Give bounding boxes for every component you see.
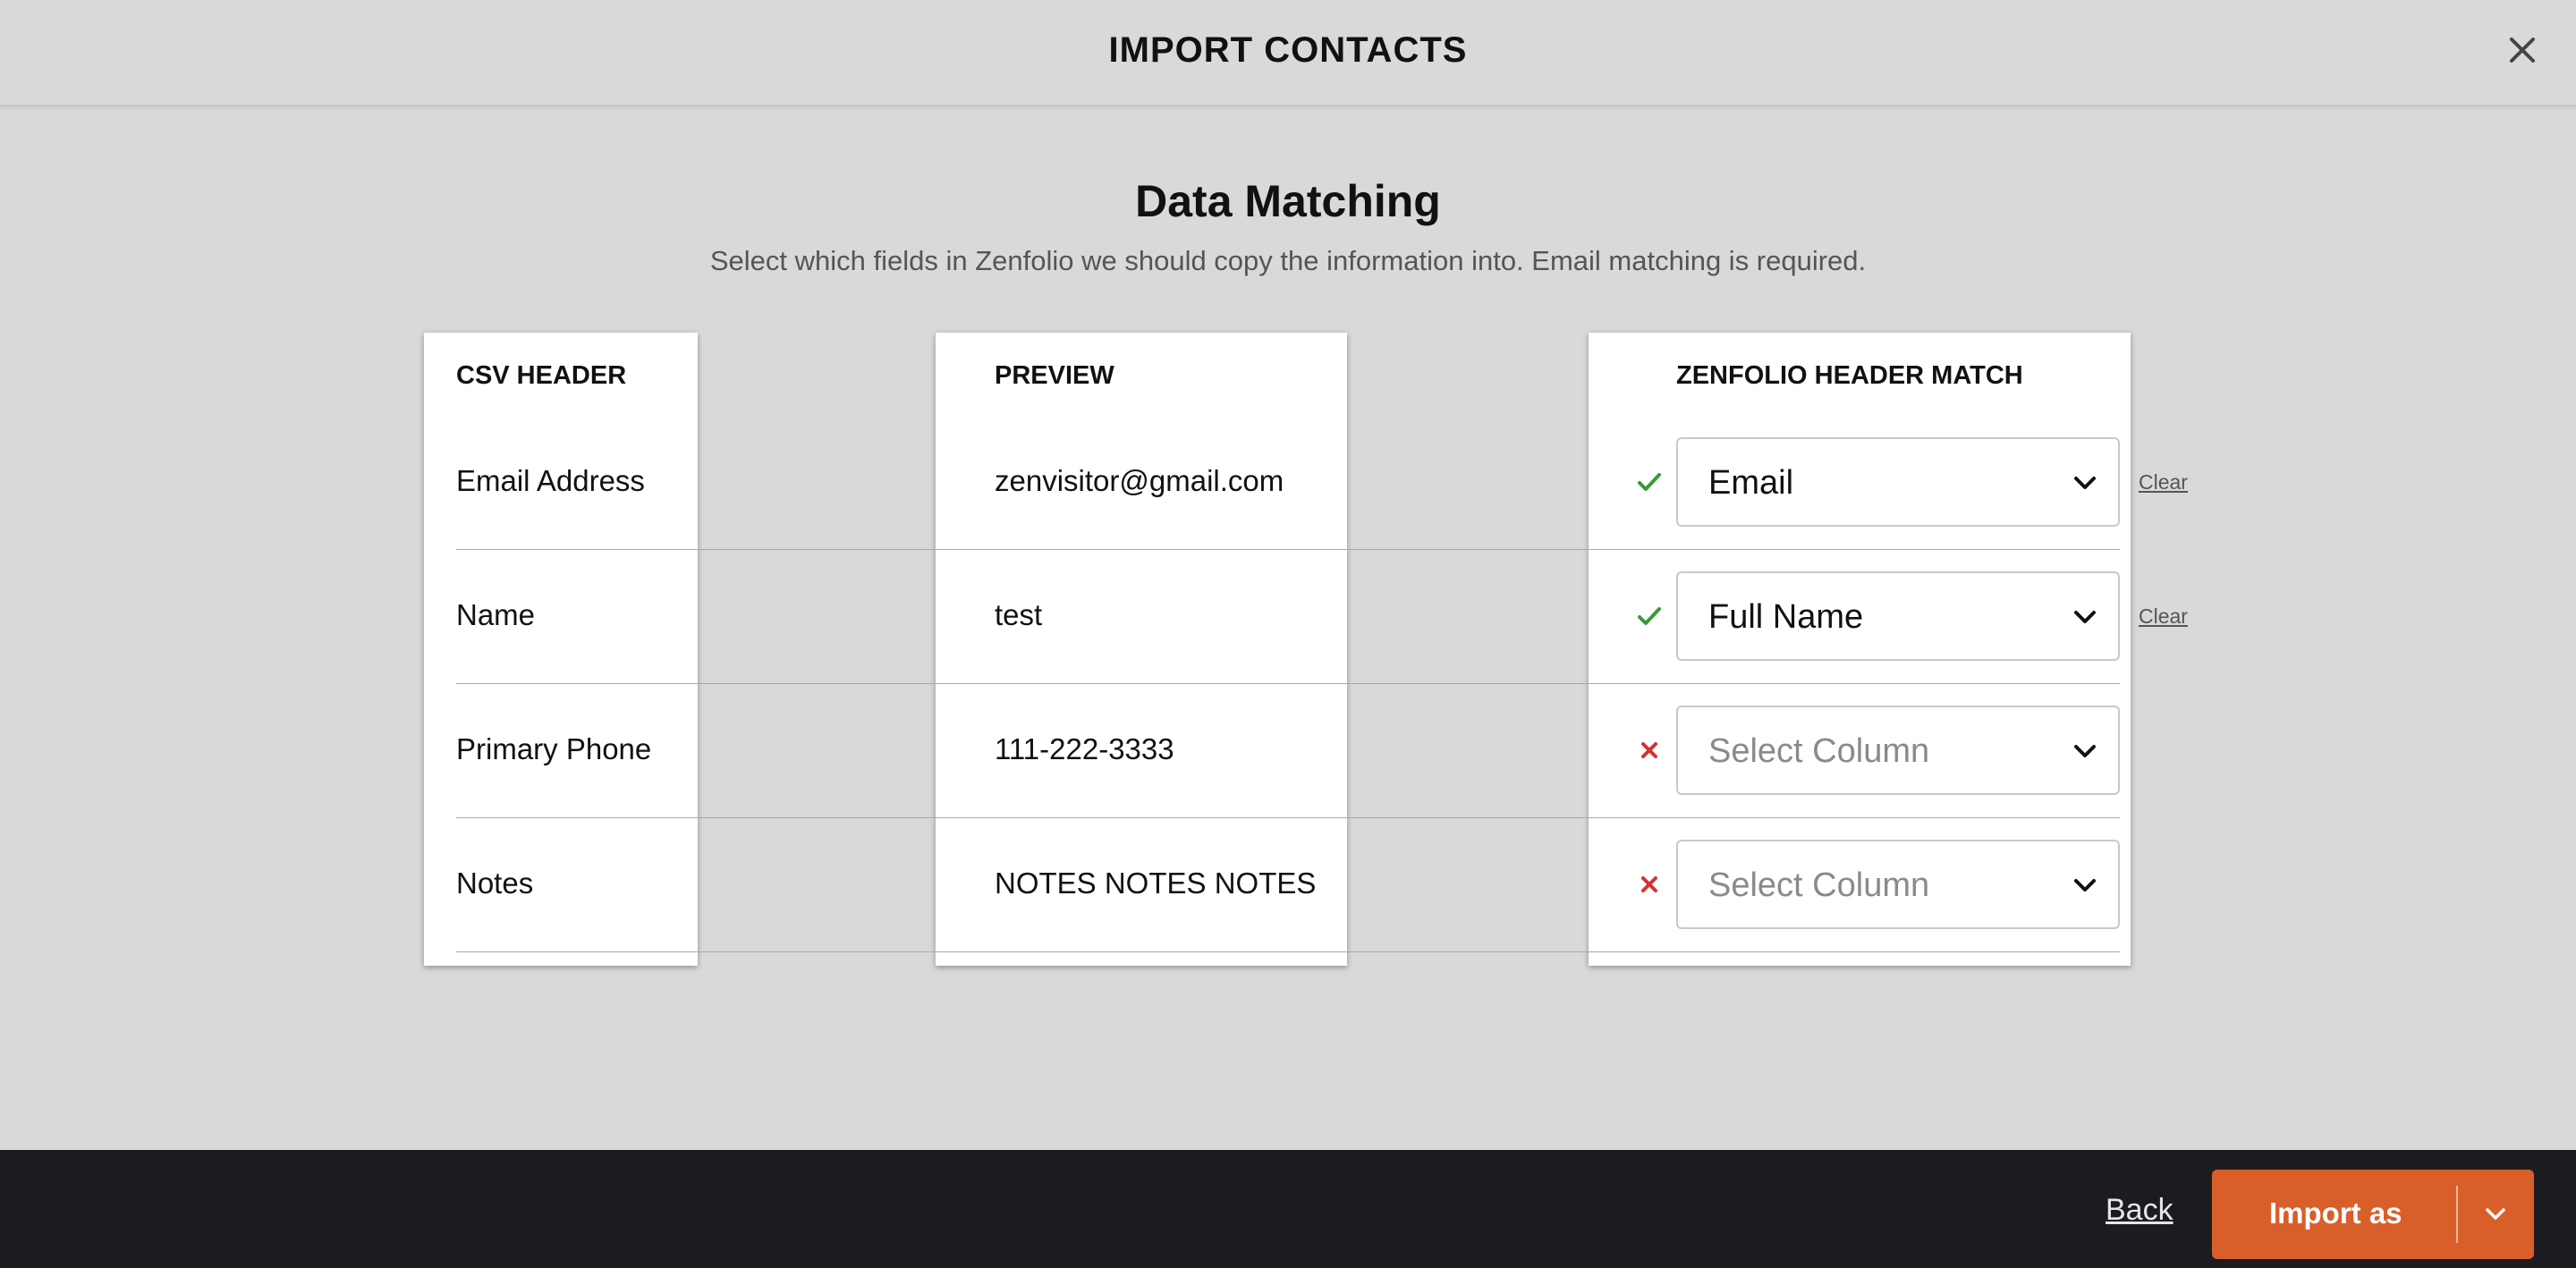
dialog-header: IMPORT CONTACTS xyxy=(0,0,2576,106)
row-divider xyxy=(456,817,2120,818)
match-select-phone[interactable]: Select Column xyxy=(1676,706,2120,795)
match-select-placeholder: Select Column xyxy=(1708,732,1930,770)
x-icon xyxy=(1641,742,1657,758)
check-icon xyxy=(1638,607,1661,625)
back-button[interactable]: Back xyxy=(2106,1193,2174,1228)
match-select-name[interactable]: Full Name xyxy=(1676,571,2120,661)
match-select-email[interactable]: Email xyxy=(1676,437,2120,527)
csv-cell: Notes xyxy=(456,866,534,900)
chevron-down-icon xyxy=(2074,477,2096,489)
match-select-value: Email xyxy=(1708,464,1794,502)
match-select-value: Full Name xyxy=(1708,598,1864,636)
import-options-toggle[interactable] xyxy=(2458,1170,2534,1259)
match-select-notes[interactable]: Select Column xyxy=(1676,840,2120,929)
row-divider xyxy=(456,951,2120,952)
import-as-button[interactable]: Import as xyxy=(2212,1170,2534,1259)
row-divider xyxy=(456,549,2120,550)
preview-cell: NOTES NOTES NOTES xyxy=(995,866,1317,900)
csv-cell: Email Address xyxy=(456,464,645,497)
clear-link[interactable]: Clear xyxy=(2139,604,2188,629)
csv-cell: Primary Phone xyxy=(456,732,652,765)
section-title: Data Matching xyxy=(1135,176,1441,226)
preview-cell: 111-222-3333 xyxy=(995,732,1174,765)
x-icon xyxy=(1641,876,1657,892)
check-icon xyxy=(1638,473,1661,491)
match-select-placeholder: Select Column xyxy=(1708,866,1930,904)
chevron-down-icon xyxy=(2074,611,2096,623)
preview-cell: test xyxy=(995,598,1043,631)
chevron-down-icon xyxy=(2074,745,2096,757)
close-button[interactable] xyxy=(2504,32,2540,68)
chevron-down-icon xyxy=(2486,1208,2505,1220)
dialog-footer: Back Import as xyxy=(0,1150,2576,1268)
dialog-title: IMPORT CONTACTS xyxy=(1108,30,1468,70)
clear-link[interactable]: Clear xyxy=(2139,470,2188,495)
row-divider xyxy=(456,683,2120,684)
chevron-down-icon xyxy=(2074,879,2096,892)
preview-cell: zenvisitor@gmail.com xyxy=(995,464,1284,497)
csv-cell: Name xyxy=(456,598,536,631)
section-subtitle: Select which fields in Zenfolio we shoul… xyxy=(709,245,1867,276)
csv-header-heading: CSV HEADER xyxy=(456,361,627,390)
zenfolio-match-heading: ZENFOLIO HEADER MATCH xyxy=(1676,361,2023,390)
preview-heading: PREVIEW xyxy=(995,361,1114,390)
close-icon xyxy=(2510,38,2535,63)
import-as-label: Import as xyxy=(2269,1196,2402,1230)
